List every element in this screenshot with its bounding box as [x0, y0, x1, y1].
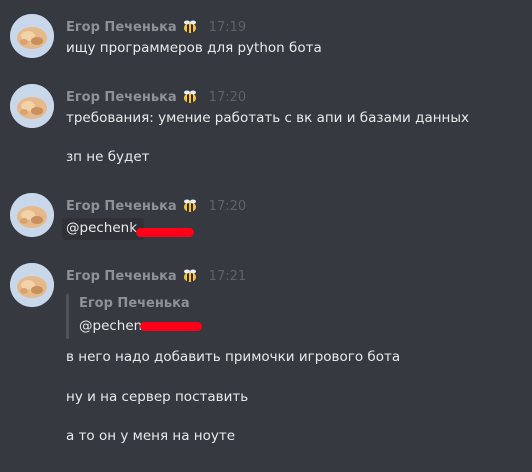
quote-bar [66, 294, 69, 339]
author-name[interactable]: Егор Печенька [66, 90, 177, 105]
message-text: требования: умение работать с вк апи и б… [66, 110, 470, 126]
quote-mention[interactable]: @pechen [79, 318, 142, 334]
bee-icon [181, 268, 199, 284]
bee-icon [181, 19, 199, 35]
user-mention[interactable]: @pechenk [66, 220, 137, 240]
author-name[interactable]: Егор Печенька [66, 199, 177, 214]
avatar[interactable] [10, 193, 54, 237]
message-text: в него надо добавить примочки игрового б… [66, 349, 401, 365]
message-text: ну и на сервер поставить [66, 389, 249, 405]
avatar[interactable] [10, 14, 54, 58]
avatar[interactable] [10, 84, 54, 128]
timestamp: 17:19 [208, 19, 247, 35]
redaction-mark [136, 228, 194, 237]
quote-author[interactable]: Егор Печенька [79, 296, 190, 311]
message-text: а то он у меня на ноуте [66, 428, 236, 444]
message-text: ищу программеров для python бота [66, 40, 322, 56]
bee-icon [181, 89, 199, 105]
message-text: зп не будет [66, 149, 150, 165]
timestamp: 17:20 [208, 89, 247, 105]
redaction-mark [140, 322, 202, 331]
timestamp: 17:21 [208, 268, 247, 284]
author-name[interactable]: Егор Печенька [66, 269, 177, 284]
timestamp: 17:20 [208, 198, 247, 214]
author-name[interactable]: Егор Печенька [66, 20, 177, 35]
bee-icon [181, 198, 199, 214]
avatar[interactable] [10, 263, 54, 307]
